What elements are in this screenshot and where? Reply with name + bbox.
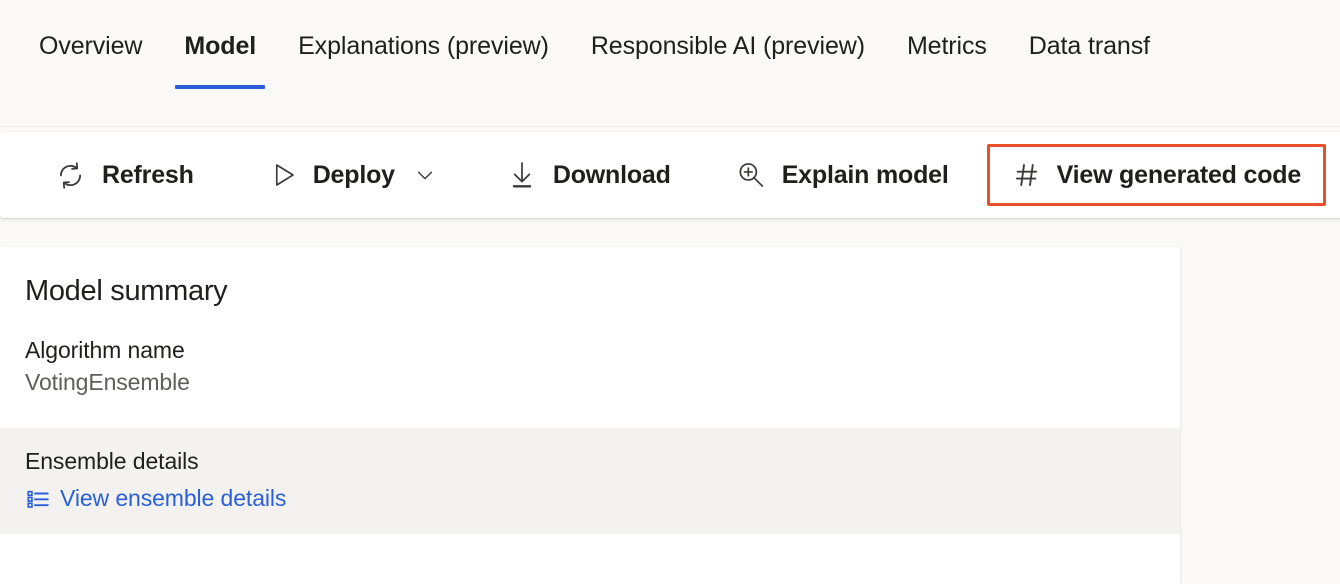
view-generated-code-label: View generated code — [1056, 160, 1302, 189]
tab-label: Data transf — [1028, 31, 1150, 60]
explain-model-label: Explain model — [781, 160, 949, 189]
algorithm-name-value: VotingEnsemble — [25, 368, 190, 395]
view-ensemble-details-label: View ensemble details — [60, 485, 287, 512]
deploy-button[interactable]: Deploy — [247, 145, 457, 205]
model-summary-card: Model summary Algorithm name VotingEnsem… — [0, 247, 1180, 584]
tab-bar: Overview Model Explanations (preview) Re… — [0, 0, 1340, 127]
hash-icon — [1012, 160, 1042, 190]
command-bar: Refresh Deploy Download Explain model Vi… — [0, 132, 1340, 218]
tab-metrics[interactable]: Metrics — [886, 0, 1008, 92]
algorithm-name-label: Algorithm name — [25, 337, 185, 363]
tab-responsible-ai[interactable]: Responsible AI (preview) — [570, 0, 886, 92]
tab-data-transformation[interactable]: Data transf — [1008, 0, 1171, 92]
ensemble-details-label: Ensemble details — [25, 448, 199, 475]
download-arrow-icon — [506, 159, 538, 191]
tab-overview[interactable]: Overview — [18, 0, 163, 92]
ensemble-details-section: Ensemble details View ensemble details — [0, 428, 1180, 535]
explain-model-button[interactable]: Explain model — [714, 145, 970, 205]
tab-model[interactable]: Model — [163, 0, 277, 92]
deploy-label: Deploy — [312, 160, 395, 189]
view-generated-code-button[interactable]: View generated code — [986, 144, 1327, 206]
download-button[interactable]: Download — [485, 145, 692, 205]
refresh-label: Refresh — [102, 160, 194, 189]
page-title: Model summary — [25, 275, 228, 307]
download-label: Download — [552, 160, 671, 189]
tab-label: Overview — [39, 31, 143, 60]
view-ensemble-details-link[interactable]: View ensemble details — [25, 483, 286, 515]
tab-label: Model — [184, 31, 257, 60]
tab-label: Metrics — [906, 31, 987, 60]
algorithm-name-field: Algorithm name VotingEnsemble — [0, 308, 1180, 398]
zoom-in-magnifier-icon — [735, 159, 767, 191]
tab-label: Responsible AI (preview) — [590, 31, 865, 60]
command-bar-region: Refresh Deploy Download Explain model Vi… — [0, 127, 1340, 247]
refresh-icon — [54, 159, 87, 192]
content-area: Model summary Algorithm name VotingEnsem… — [0, 247, 1340, 584]
tab-label: Explanations (preview) — [298, 31, 549, 60]
refresh-button[interactable]: Refresh — [33, 145, 215, 205]
bulleted-list-icon — [25, 486, 51, 512]
play-triangle-icon — [268, 160, 298, 190]
chevron-down-icon[interactable] — [414, 164, 436, 186]
tab-explanations[interactable]: Explanations (preview) — [277, 0, 570, 92]
